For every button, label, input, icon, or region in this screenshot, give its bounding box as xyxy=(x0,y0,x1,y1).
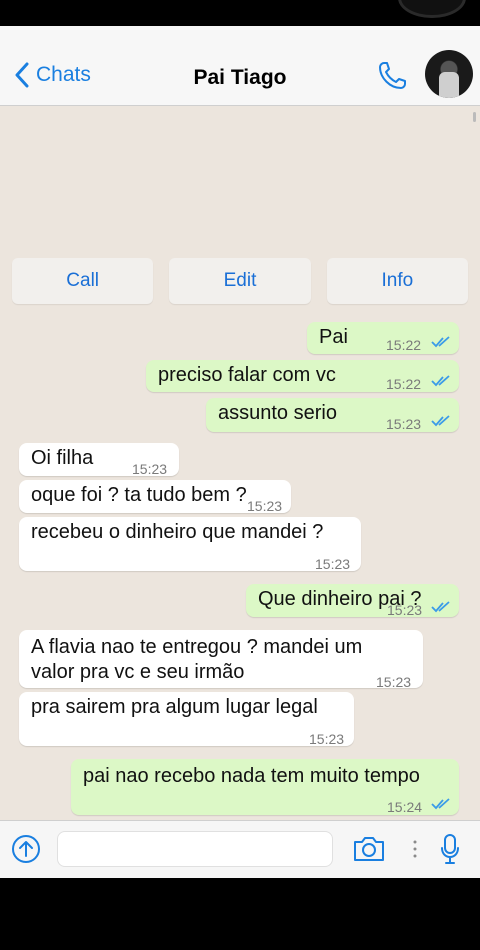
phone-icon[interactable] xyxy=(376,60,408,92)
message-input[interactable] xyxy=(57,831,333,867)
message-time: 15:22 xyxy=(386,337,422,353)
camera-icon[interactable] xyxy=(352,835,386,863)
message-bubble-incoming[interactable]: Oi filha 15:23 xyxy=(19,443,179,477)
message-time: 15:23 xyxy=(315,556,351,572)
message-time: 15:23 xyxy=(247,498,283,514)
message-text: pra sairem pra algum lugar legal xyxy=(31,696,318,718)
message-text: pai nao recebo nada tem muito tempo xyxy=(83,765,420,787)
more-dots-icon[interactable] xyxy=(413,839,417,859)
chat-header: Chats Pai Tiago xyxy=(0,26,480,106)
read-ticks-icon xyxy=(431,798,450,810)
read-ticks-icon xyxy=(431,336,450,348)
message-time: 15:23 xyxy=(387,602,423,618)
composer-bar xyxy=(0,820,480,878)
message-bubble-outgoing[interactable]: pai nao recebo nada tem muito tempo 15:2… xyxy=(71,759,459,815)
chat-screen: Chats Pai Tiago Call Edit Info Pai 15:22… xyxy=(0,26,480,878)
message-bubble-outgoing[interactable]: Pai 15:22 xyxy=(307,322,459,354)
message-bubble-incoming[interactable]: A flavia nao te entregou ? mandei um val… xyxy=(19,630,423,690)
message-bubble-outgoing[interactable]: assunto serio 15:23 xyxy=(206,398,459,432)
message-time: 15:23 xyxy=(309,731,345,747)
contact-name[interactable]: Pai Tiago xyxy=(0,66,480,90)
microphone-icon[interactable] xyxy=(440,833,460,865)
message-time: 15:23 xyxy=(386,416,422,432)
message-text: Pai xyxy=(319,326,348,348)
message-bubble-outgoing[interactable]: preciso falar com vc 15:22 xyxy=(146,360,459,392)
message-time: 15:22 xyxy=(386,376,422,392)
message-text: oque foi ? ta tudo bem ? xyxy=(31,484,247,506)
read-ticks-icon xyxy=(431,415,450,427)
message-bubble-outgoing[interactable]: Que dinheiro pai ? 15:23 xyxy=(246,584,459,618)
message-bubble-incoming[interactable]: recebeu o dinheiro que mandei ? 15:23 xyxy=(19,517,361,572)
read-ticks-icon xyxy=(431,601,450,613)
message-time: 15:24 xyxy=(387,799,423,815)
message-text: preciso falar com vc xyxy=(158,364,336,386)
contact-actions: Call Edit Info xyxy=(12,258,468,304)
message-bubble-incoming[interactable]: pra sairem pra algum lugar legal 15:23 xyxy=(19,692,354,747)
call-button[interactable]: Call xyxy=(12,258,154,304)
message-text: Oi filha xyxy=(31,447,94,469)
message-time: 15:23 xyxy=(376,674,412,690)
upload-icon[interactable] xyxy=(11,834,41,864)
message-text: recebeu o dinheiro que mandei ? xyxy=(31,521,324,543)
info-button[interactable]: Info xyxy=(326,258,468,304)
message-text: assunto serio xyxy=(218,402,337,424)
message-bubble-incoming[interactable]: oque foi ? ta tudo bem ? 15:23 xyxy=(19,480,291,514)
edit-button[interactable]: Edit xyxy=(169,258,311,304)
read-ticks-icon xyxy=(431,375,450,387)
message-text: A flavia nao te entregou ? mandei um val… xyxy=(31,636,363,683)
avatar[interactable] xyxy=(425,50,473,98)
scroll-indicator xyxy=(473,112,476,122)
message-time: 15:23 xyxy=(132,461,168,477)
